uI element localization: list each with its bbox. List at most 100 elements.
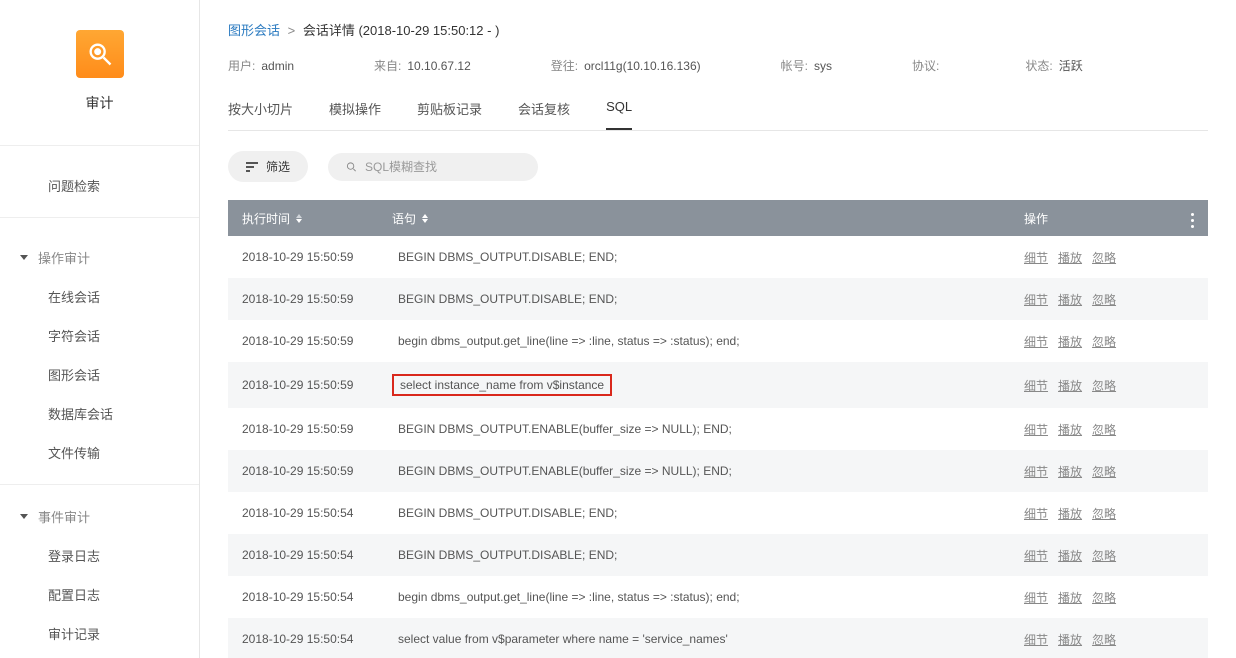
action-细节[interactable]: 细节 — [1024, 251, 1048, 265]
action-忽略[interactable]: 忽略 — [1092, 465, 1116, 479]
table-row: 2018-10-29 15:50:59BEGIN DBMS_OUTPUT.ENA… — [228, 408, 1208, 450]
action-播放[interactable]: 播放 — [1058, 335, 1082, 349]
sidebar: 审计 问题检索 操作审计在线会话字符会话图形会话数据库会话文件传输事件审计登录日… — [0, 0, 200, 658]
nav-subitem[interactable]: 图形会话 — [0, 355, 199, 394]
breadcrumb-sep: > — [288, 23, 296, 38]
action-忽略[interactable]: 忽略 — [1092, 251, 1116, 265]
tabs: 按大小切片 模拟操作 剪贴板记录 会话复核 SQL — [228, 99, 1208, 131]
cell-time: 2018-10-29 15:50:59 — [242, 464, 392, 478]
table-row: 2018-10-29 15:50:54select value from v$p… — [228, 618, 1208, 658]
tab-模拟操作[interactable]: 模拟操作 — [329, 99, 381, 130]
action-细节[interactable]: 细节 — [1024, 465, 1048, 479]
cell-actions: 细节播放忽略 — [1024, 463, 1164, 480]
cell-actions: 细节播放忽略 — [1024, 249, 1164, 266]
nav-subitem[interactable]: 文件传输 — [0, 433, 199, 472]
action-忽略[interactable]: 忽略 — [1092, 507, 1116, 521]
action-忽略[interactable]: 忽略 — [1092, 379, 1116, 393]
search-box[interactable] — [328, 153, 538, 181]
tab-会话复核[interactable]: 会话复核 — [518, 99, 570, 130]
cell-time: 2018-10-29 15:50:54 — [242, 590, 392, 604]
breadcrumb-root[interactable]: 图形会话 — [228, 23, 280, 38]
cell-actions: 细节播放忽略 — [1024, 291, 1164, 308]
action-忽略[interactable]: 忽略 — [1092, 633, 1116, 647]
sort-icon — [296, 214, 302, 223]
protocol-label: 协议: — [912, 59, 939, 73]
nav-subitem[interactable]: 配置日志 — [0, 575, 199, 614]
nav-subitem[interactable]: 数据库会话 — [0, 394, 199, 433]
cell-actions: 细节播放忽略 — [1024, 333, 1164, 350]
dots-vertical-icon — [1191, 219, 1194, 222]
action-播放[interactable]: 播放 — [1058, 507, 1082, 521]
col-header-time[interactable]: 执行时间 — [242, 210, 392, 227]
from-value: 10.10.67.12 — [407, 59, 470, 73]
nav-group-1[interactable]: 事件审计 — [0, 497, 199, 536]
search-input[interactable] — [365, 160, 520, 174]
action-细节[interactable]: 细节 — [1024, 591, 1048, 605]
breadcrumb: 图形会话 > 会话详情 (2018-10-29 15:50:12 - ) — [228, 20, 1208, 39]
cell-stmt: select instance_name from v$instance — [392, 374, 1024, 396]
action-忽略[interactable]: 忽略 — [1092, 293, 1116, 307]
cell-time: 2018-10-29 15:50:59 — [242, 292, 392, 306]
action-细节[interactable]: 细节 — [1024, 379, 1048, 393]
action-细节[interactable]: 细节 — [1024, 549, 1048, 563]
search-icon — [346, 160, 357, 174]
table-row: 2018-10-29 15:50:59BEGIN DBMS_OUTPUT.DIS… — [228, 236, 1208, 278]
status-value: 活跃 — [1059, 59, 1083, 73]
cell-time: 2018-10-29 15:50:54 — [242, 548, 392, 562]
cell-stmt: BEGIN DBMS_OUTPUT.ENABLE(buffer_size => … — [392, 420, 1024, 438]
cell-stmt: BEGIN DBMS_OUTPUT.DISABLE; END; — [392, 546, 1024, 564]
cell-stmt: BEGIN DBMS_OUTPUT.DISABLE; END; — [392, 248, 1024, 266]
chevron-down-icon — [20, 514, 28, 519]
cell-stmt: begin dbms_output.get_line(line => :line… — [392, 332, 1024, 350]
tab-剪贴板记录[interactable]: 剪贴板记录 — [417, 99, 482, 130]
nav-subitem[interactable]: 审计记录 — [0, 614, 199, 653]
toolbar: 筛选 — [228, 151, 1208, 182]
cell-actions: 细节播放忽略 — [1024, 377, 1164, 394]
action-播放[interactable]: 播放 — [1058, 251, 1082, 265]
nav-subitem[interactable]: 在线会话 — [0, 277, 199, 316]
nav-subitem[interactable]: 登录日志 — [0, 536, 199, 575]
table-row: 2018-10-29 15:50:54BEGIN DBMS_OUTPUT.DIS… — [228, 492, 1208, 534]
col-header-stmt[interactable]: 语句 — [392, 210, 1024, 227]
chevron-down-icon — [20, 255, 28, 260]
main-content: 图形会话 > 会话详情 (2018-10-29 15:50:12 - ) 用户:… — [200, 0, 1236, 658]
action-播放[interactable]: 播放 — [1058, 423, 1082, 437]
action-播放[interactable]: 播放 — [1058, 633, 1082, 647]
action-细节[interactable]: 细节 — [1024, 293, 1048, 307]
action-播放[interactable]: 播放 — [1058, 549, 1082, 563]
filter-button[interactable]: 筛选 — [228, 151, 308, 182]
sql-table: 执行时间 语句 操作 2018-10-29 15:50:59BEGIN DBMS… — [228, 200, 1208, 658]
action-忽略[interactable]: 忽略 — [1092, 591, 1116, 605]
cell-stmt: BEGIN DBMS_OUTPUT.DISABLE; END; — [392, 290, 1024, 308]
cell-time: 2018-10-29 15:50:54 — [242, 632, 392, 646]
action-忽略[interactable]: 忽略 — [1092, 423, 1116, 437]
nav-group-0[interactable]: 操作审计 — [0, 238, 199, 277]
action-忽略[interactable]: 忽略 — [1092, 549, 1116, 563]
tab-SQL[interactable]: SQL — [606, 99, 632, 130]
action-播放[interactable]: 播放 — [1058, 379, 1082, 393]
nav-item-search[interactable]: 问题检索 — [0, 166, 199, 205]
cell-actions: 细节播放忽略 — [1024, 547, 1164, 564]
action-细节[interactable]: 细节 — [1024, 507, 1048, 521]
cell-time: 2018-10-29 15:50:54 — [242, 506, 392, 520]
action-播放[interactable]: 播放 — [1058, 465, 1082, 479]
nav-subitem[interactable]: 字符会话 — [0, 316, 199, 355]
action-播放[interactable]: 播放 — [1058, 293, 1082, 307]
action-细节[interactable]: 细节 — [1024, 335, 1048, 349]
to-label: 登往: — [551, 59, 578, 73]
cell-time: 2018-10-29 15:50:59 — [242, 378, 392, 392]
action-忽略[interactable]: 忽略 — [1092, 335, 1116, 349]
cell-actions: 细节播放忽略 — [1024, 631, 1164, 648]
cell-actions: 细节播放忽略 — [1024, 589, 1164, 606]
action-播放[interactable]: 播放 — [1058, 591, 1082, 605]
action-细节[interactable]: 细节 — [1024, 633, 1048, 647]
audit-logo-icon — [76, 30, 124, 78]
sort-icon — [422, 214, 428, 223]
action-细节[interactable]: 细节 — [1024, 423, 1048, 437]
table-menu-button[interactable] — [1164, 211, 1194, 225]
table-row: 2018-10-29 15:50:54begin dbms_output.get… — [228, 576, 1208, 618]
col-header-actions: 操作 — [1024, 210, 1164, 227]
from-label: 来自: — [374, 59, 401, 73]
cell-stmt: select value from v$parameter where name… — [392, 630, 1024, 648]
tab-按大小切片[interactable]: 按大小切片 — [228, 99, 293, 130]
